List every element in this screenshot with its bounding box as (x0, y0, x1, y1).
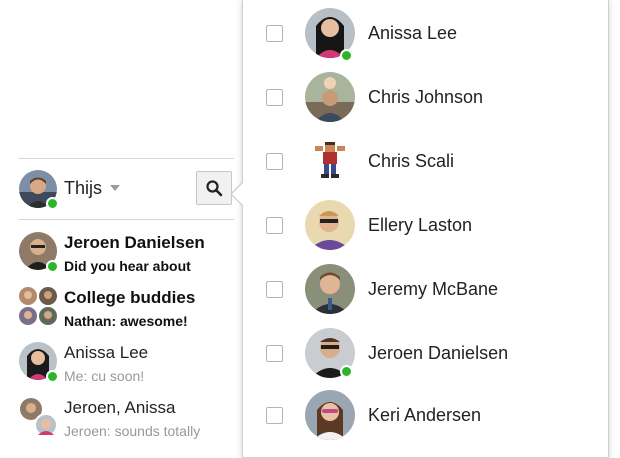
conversation-item[interactable]: Jeroen, Anissa Jeroen: sounds totally (0, 397, 236, 453)
contact-name: Anissa Lee (368, 23, 458, 43)
online-indicator (340, 49, 353, 62)
contact-name: Jeremy McBane (368, 279, 499, 299)
contact-row[interactable]: Jeroen Danielsen (243, 323, 608, 387)
online-indicator (46, 370, 59, 383)
contact-checkbox[interactable] (266, 407, 283, 424)
contact-row[interactable]: Anissa Lee (243, 3, 608, 67)
contact-checkbox[interactable] (266, 345, 283, 362)
online-indicator (340, 365, 353, 378)
conversation-title: Jeroen Danielsen (64, 233, 205, 252)
contact-name: Jeroen Danielsen (368, 343, 509, 363)
conversation-title: College buddies (64, 288, 196, 307)
contact-name: Chris Scali (368, 151, 455, 171)
pixel-art-avatar (305, 136, 355, 186)
popup-pointer (232, 182, 244, 206)
conversation-title: Anissa Lee (64, 343, 149, 362)
contact-checkbox[interactable] (266, 89, 283, 106)
divider (18, 158, 234, 159)
group-avatar (19, 397, 58, 437)
search-icon (206, 180, 223, 197)
contact-row[interactable]: Keri Andersen (243, 385, 608, 449)
contact-row[interactable]: Chris Johnson (243, 67, 608, 131)
contact-row[interactable]: Chris Scali (243, 131, 608, 195)
contact-row[interactable]: Ellery Laston (243, 195, 608, 259)
contact-picker-popup: Anissa Lee Chris Johnson Chris Scali Ell… (242, 0, 609, 458)
conversation-snippet: Nathan: awesome! (64, 313, 188, 329)
contact-name: Keri Andersen (368, 405, 482, 425)
hangouts-sidebar: Thijs Jeroen Danielsen Did you hear abou… (0, 0, 236, 450)
conversation-item[interactable]: Anissa Lee Me: cu soon! (0, 342, 236, 398)
group-avatar (19, 287, 57, 325)
contact-avatar (305, 390, 355, 440)
conversation-snippet: Did you hear about (64, 258, 191, 274)
conversation-item[interactable]: Jeroen Danielsen Did you hear about (0, 232, 236, 288)
contact-avatar (305, 200, 355, 250)
chevron-down-icon[interactable] (110, 185, 120, 191)
self-name: Thijs (64, 178, 103, 198)
divider (18, 219, 234, 220)
conversation-title: Jeroen, Anissa (64, 398, 176, 417)
contact-checkbox[interactable] (266, 25, 283, 42)
online-indicator (46, 260, 59, 273)
contact-avatar (305, 264, 355, 314)
conversation-snippet: Jeroen: sounds totally (64, 423, 201, 439)
contact-row[interactable]: Jeremy McBane (243, 259, 608, 323)
conversation-snippet: Me: cu soon! (64, 368, 145, 384)
contact-name: Ellery Laston (368, 215, 473, 235)
contact-checkbox[interactable] (266, 281, 283, 298)
contact-checkbox[interactable] (266, 217, 283, 234)
search-button[interactable] (196, 171, 232, 205)
contact-avatar (305, 72, 355, 122)
online-indicator (46, 197, 59, 210)
conversation-item[interactable]: College buddies Nathan: awesome! (0, 287, 236, 343)
contact-name: Chris Johnson (368, 87, 484, 107)
contact-checkbox[interactable] (266, 153, 283, 170)
